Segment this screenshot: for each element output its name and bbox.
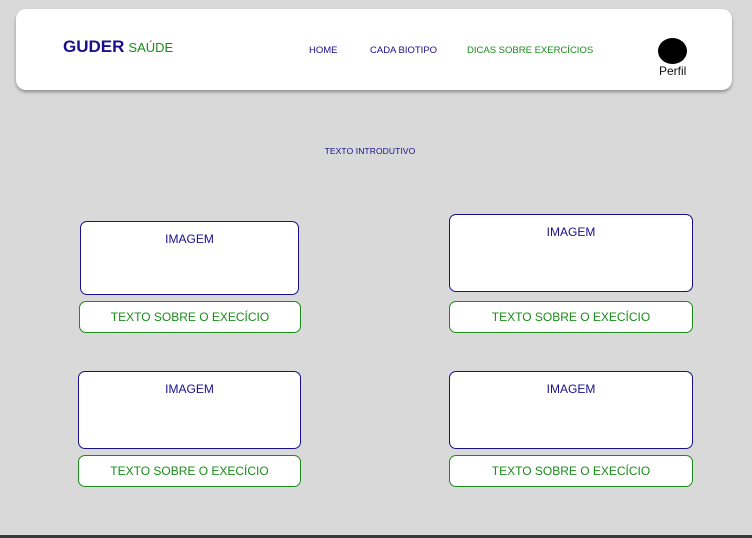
nav-home[interactable]: HOME xyxy=(309,45,338,56)
image-label: IMAGEM xyxy=(165,382,214,396)
intro-text: TEXTO INTRODUTIVO xyxy=(324,146,416,156)
profile-label[interactable]: Perfil xyxy=(659,64,686,78)
exercise-image-1: IMAGEM xyxy=(80,221,299,295)
image-label: IMAGEM xyxy=(165,232,214,246)
exercise-text-3[interactable]: TEXTO SOBRE O EXECÍCIO xyxy=(78,455,301,487)
header-bar: GUDER SAÚDE HOME CADA BIOTIPO DICAS SOBRE… xyxy=(16,9,732,90)
image-label: IMAGEM xyxy=(546,382,596,396)
brand-name: GUDER xyxy=(63,37,125,56)
exercise-image-3: IMAGEM xyxy=(78,371,301,449)
brand-subtitle: SAÚDE xyxy=(128,40,174,55)
brand-logo[interactable]: GUDER SAÚDE xyxy=(63,37,173,57)
image-label: IMAGEM xyxy=(546,225,596,239)
exercise-text-4[interactable]: TEXTO SOBRE O EXECÍCIO xyxy=(449,455,693,487)
exercise-text-1[interactable]: TEXTO SOBRE O EXECÍCIO xyxy=(79,301,301,333)
exercise-image-2: IMAGEM xyxy=(449,214,693,292)
nav-cada-biotipo[interactable]: CADA BIOTIPO xyxy=(370,45,437,56)
exercise-text-2[interactable]: TEXTO SOBRE O EXECÍCIO xyxy=(449,301,693,333)
avatar[interactable] xyxy=(658,38,687,64)
exercise-image-4: IMAGEM xyxy=(449,371,693,449)
nav-dicas-exercicios[interactable]: DICAS SOBRE EXERCÍCIOS xyxy=(467,45,593,56)
